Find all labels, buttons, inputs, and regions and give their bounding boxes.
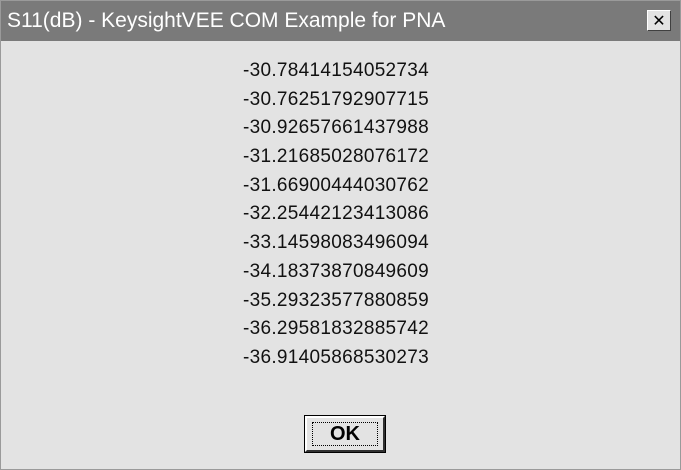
value-row: -31.21685028076172 (242, 146, 430, 168)
close-icon: ✕ (652, 11, 666, 30)
message-dialog: S11(dB) - KeysightVEE COM Example for PN… (0, 0, 681, 470)
window-title: S11(dB) - KeysightVEE COM Example for PN… (7, 9, 446, 32)
value-row: -31.66900444030762 (242, 174, 430, 196)
title-bar[interactable]: S11(dB) - KeysightVEE COM Example for PN… (1, 1, 680, 41)
value-row: -30.92657661437988 (242, 117, 430, 139)
value-row: -34.18373870849609 (242, 260, 430, 282)
value-row: -36.91405868530273 (242, 346, 430, 368)
value-row: -35.29323577880859 (242, 289, 430, 311)
value-row: -33.14598083496094 (242, 232, 430, 254)
value-row: -36.29581832885742 (242, 318, 430, 340)
value-row: -30.78414154052734 (242, 60, 430, 81)
ok-button[interactable]: OK (304, 415, 386, 453)
value-row: -32.25442123413086 (242, 203, 430, 225)
ok-button-label: OK (312, 422, 378, 446)
value-list: -30.78414154052734 -30.76251792907715 -3… (1, 57, 671, 373)
close-button[interactable]: ✕ (647, 10, 671, 31)
value-row: -30.76251792907715 (242, 88, 430, 110)
